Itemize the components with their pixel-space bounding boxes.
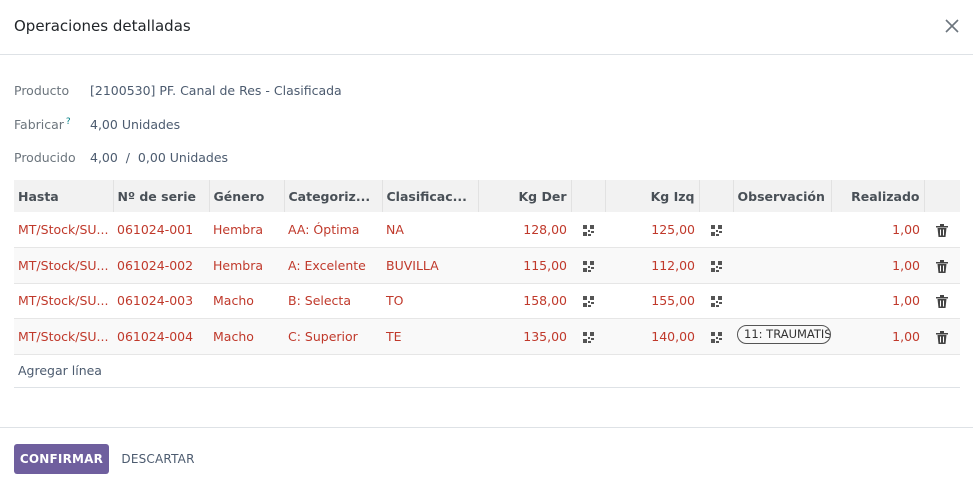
manufacture-label: Fabricar?	[14, 117, 71, 133]
dialog-title: Operaciones detalladas	[14, 17, 191, 35]
cell-classification[interactable]: TE	[382, 319, 478, 355]
header-to[interactable]: Hasta	[14, 180, 114, 212]
header-classification[interactable]: Clasificac...	[382, 180, 479, 212]
cell-kg-left[interactable]: 140,00	[605, 319, 699, 355]
observation-tag[interactable]: 11: TRAUMATISMO	[737, 325, 831, 345]
cell-kg-right[interactable]: 128,00	[478, 212, 571, 248]
cell-kg-right[interactable]: 158,00	[478, 283, 571, 319]
manufacture-value: 4,00 Unidades	[90, 117, 180, 132]
cell-kg-left[interactable]: 112,00	[605, 248, 699, 284]
header-kg-right-scan	[571, 180, 606, 212]
header-kg-left-scan	[699, 180, 734, 212]
header-actions	[924, 180, 960, 212]
header-observation[interactable]: Observación	[733, 180, 832, 212]
trash-icon[interactable]	[924, 319, 960, 355]
cell-serial[interactable]: 061024-002	[113, 248, 209, 284]
cell-to[interactable]: MT/Stock/SU...	[14, 212, 113, 248]
table-row[interactable]: MT/Stock/SU... 061024-004 Macho C: Super…	[14, 318, 960, 355]
qr-icon[interactable]	[571, 319, 605, 355]
cell-to[interactable]: MT/Stock/SU...	[14, 283, 113, 319]
header-kg-right[interactable]: Kg Der	[478, 180, 572, 212]
cell-kg-right[interactable]: 115,00	[478, 248, 571, 284]
cell-observation[interactable]: 11: TRAUMATISMO	[733, 319, 831, 355]
add-line-row: Agregar línea	[14, 354, 960, 387]
cell-gender[interactable]: Macho	[209, 319, 284, 355]
cell-serial[interactable]: 061024-004	[113, 319, 209, 355]
confirm-button[interactable]: CONFIRMAR	[14, 444, 109, 474]
cell-done[interactable]: 1,00	[831, 212, 924, 248]
help-icon[interactable]: ?	[66, 117, 71, 127]
qr-icon[interactable]	[699, 319, 733, 355]
cell-classification[interactable]: TO	[382, 283, 478, 319]
table-header-row: Hasta Nº de serie Género Categoriz... Cl…	[14, 180, 960, 212]
cell-serial[interactable]: 061024-003	[113, 283, 209, 319]
cell-category[interactable]: B: Selecta	[284, 283, 382, 319]
manufacture-uom: Unidades	[121, 117, 181, 132]
cell-observation[interactable]	[733, 248, 831, 284]
table-row[interactable]: MT/Stock/SU... 061024-003 Macho B: Selec…	[14, 283, 960, 319]
cell-category[interactable]: AA: Óptima	[284, 212, 382, 248]
cell-to[interactable]: MT/Stock/SU...	[14, 319, 113, 355]
cell-done[interactable]: 1,00	[831, 319, 924, 355]
header-done[interactable]: Realizado	[831, 180, 925, 212]
product-label: Producto	[14, 83, 70, 98]
add-line-link[interactable]: Agregar línea	[14, 354, 960, 387]
produced-value: 4,00 / 0,00 Unidades	[90, 150, 228, 165]
table-row[interactable]: MT/Stock/SU... 061024-002 Hembra A: Exce…	[14, 247, 960, 284]
cell-classification[interactable]: BUVILLA	[382, 248, 478, 284]
cell-to[interactable]: MT/Stock/SU...	[14, 248, 113, 284]
dialog-header: Operaciones detalladas	[0, 0, 973, 55]
cell-kg-left[interactable]: 155,00	[605, 283, 699, 319]
header-gender[interactable]: Género	[209, 180, 285, 212]
cell-observation[interactable]	[733, 283, 831, 319]
cell-gender[interactable]: Hembra	[209, 212, 284, 248]
cell-category[interactable]: A: Excelente	[284, 248, 382, 284]
qr-icon[interactable]	[571, 212, 605, 248]
produced-uom: Unidades	[169, 150, 229, 165]
discard-button[interactable]: DESCARTAR	[114, 444, 202, 474]
header-serial[interactable]: Nº de serie	[113, 180, 210, 212]
produced-qty: 4,00 / 0,00	[90, 150, 166, 165]
trash-icon[interactable]	[924, 283, 960, 319]
qr-icon[interactable]	[571, 248, 605, 284]
qr-icon[interactable]	[699, 212, 733, 248]
cell-gender[interactable]: Hembra	[209, 248, 284, 284]
cell-done[interactable]: 1,00	[831, 248, 924, 284]
operations-table: Hasta Nº de serie Género Categoriz... Cl…	[14, 180, 960, 388]
footer-divider	[0, 427, 973, 428]
table-row[interactable]: MT/Stock/SU... 061024-001 Hembra AA: Ópt…	[14, 212, 960, 248]
cell-kg-left[interactable]: 125,00	[605, 212, 699, 248]
product-value[interactable]: [2100530] PF. Canal de Res - Clasificada	[90, 83, 342, 98]
cell-category[interactable]: C: Superior	[284, 319, 382, 355]
cell-classification[interactable]: NA	[382, 212, 478, 248]
cell-gender[interactable]: Macho	[209, 283, 284, 319]
qr-icon[interactable]	[571, 283, 605, 319]
cell-serial[interactable]: 061024-001	[113, 212, 209, 248]
produced-label: Producido	[14, 150, 76, 165]
trash-icon[interactable]	[924, 248, 960, 284]
qr-icon[interactable]	[699, 283, 733, 319]
trash-icon[interactable]	[924, 212, 960, 248]
cell-kg-right[interactable]: 135,00	[478, 319, 571, 355]
close-icon[interactable]	[943, 17, 961, 35]
header-kg-left[interactable]: Kg Izq	[605, 180, 700, 212]
cell-observation[interactable]	[733, 212, 831, 248]
manufacture-qty: 4,00	[90, 117, 118, 132]
qr-icon[interactable]	[699, 248, 733, 284]
cell-done[interactable]: 1,00	[831, 283, 924, 319]
header-category[interactable]: Categoriz...	[284, 180, 383, 212]
